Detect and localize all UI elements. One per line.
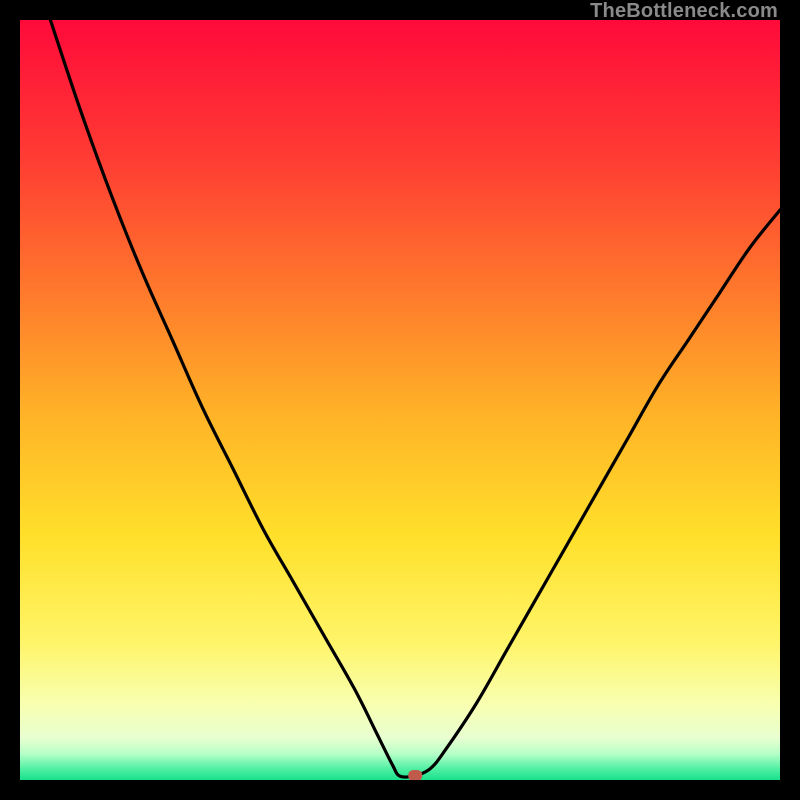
bottleneck-plot <box>20 20 780 780</box>
watermark-text: TheBottleneck.com <box>590 0 778 23</box>
optimum-marker <box>408 770 422 780</box>
chart-frame: TheBottleneck.com <box>0 0 800 800</box>
gradient-bg <box>20 20 780 780</box>
